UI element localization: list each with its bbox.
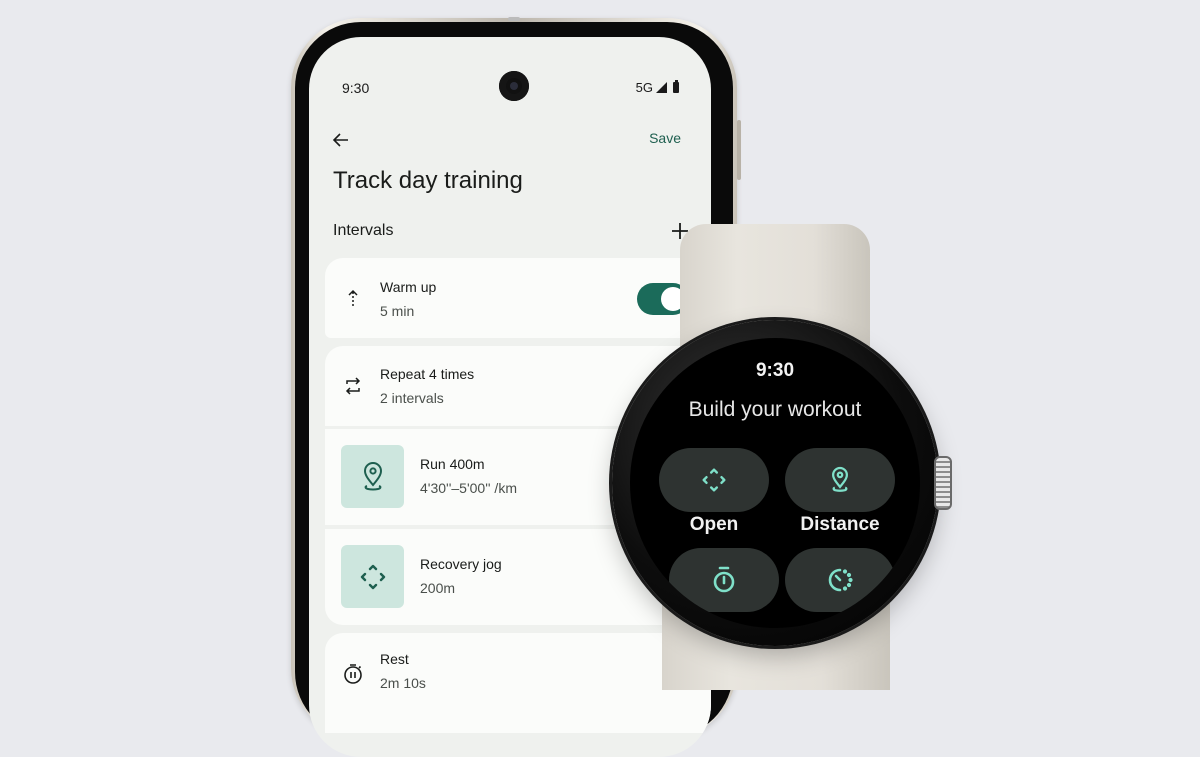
item-subtitle: 2m 10s	[380, 675, 426, 691]
open-arrows-icon	[702, 468, 726, 492]
item-subtitle: 2 intervals	[380, 390, 444, 406]
battery-icon	[673, 80, 679, 93]
repeat-icon	[341, 374, 365, 398]
watch-face: 9:30 Build your workout Open Distance	[630, 338, 920, 628]
item-title: Repeat 4 times	[380, 366, 475, 382]
watch-option-distance[interactable]	[785, 448, 895, 512]
item-title: Run 400m	[420, 456, 485, 472]
watch-option-label: Distance	[800, 514, 880, 535]
save-button[interactable]: Save	[649, 130, 681, 146]
page-title: Track day training	[333, 167, 523, 194]
recovery-icon-tile	[341, 545, 404, 608]
item-subtitle: 4'30''–5'00'' /km	[420, 480, 517, 496]
status-indicators: 5G	[636, 80, 679, 95]
smartwatch-device: 9:30 Build your workout Open Distance	[600, 220, 960, 690]
stopwatch-icon	[713, 566, 735, 593]
watch-option-timer[interactable]	[669, 548, 779, 612]
arrow-left-icon	[332, 133, 348, 147]
watch-time: 9:30	[755, 360, 795, 381]
item-subtitle: 200m	[420, 580, 456, 596]
front-camera	[499, 71, 529, 101]
open-arrows-icon	[360, 564, 385, 589]
section-label-intervals: Intervals	[333, 222, 394, 239]
watch-option-pace[interactable]	[785, 548, 895, 612]
phone-top-mic	[508, 17, 520, 21]
back-button[interactable]	[329, 128, 353, 152]
watch-option-label: Open	[689, 514, 739, 535]
watch-title: Build your workout	[688, 398, 862, 421]
item-subtitle: 5 min	[380, 303, 415, 319]
location-pin-icon	[832, 466, 848, 492]
item-title: Recovery jog	[420, 556, 502, 572]
phone-side-button	[737, 120, 741, 180]
signal-icon	[656, 82, 667, 93]
pace-timer-icon	[828, 568, 853, 592]
location-pin-icon	[363, 461, 382, 490]
arrow-up-dashed-icon	[341, 286, 365, 310]
status-time: 9:30	[342, 80, 370, 96]
network-label: 5G	[635, 80, 653, 95]
watch-option-open[interactable]	[659, 448, 769, 512]
item-title: Warm up	[380, 279, 437, 295]
watch-crown[interactable]	[934, 456, 952, 510]
timer-pause-icon	[341, 662, 365, 686]
run-icon-tile	[341, 445, 404, 508]
item-title: Rest	[380, 651, 409, 667]
